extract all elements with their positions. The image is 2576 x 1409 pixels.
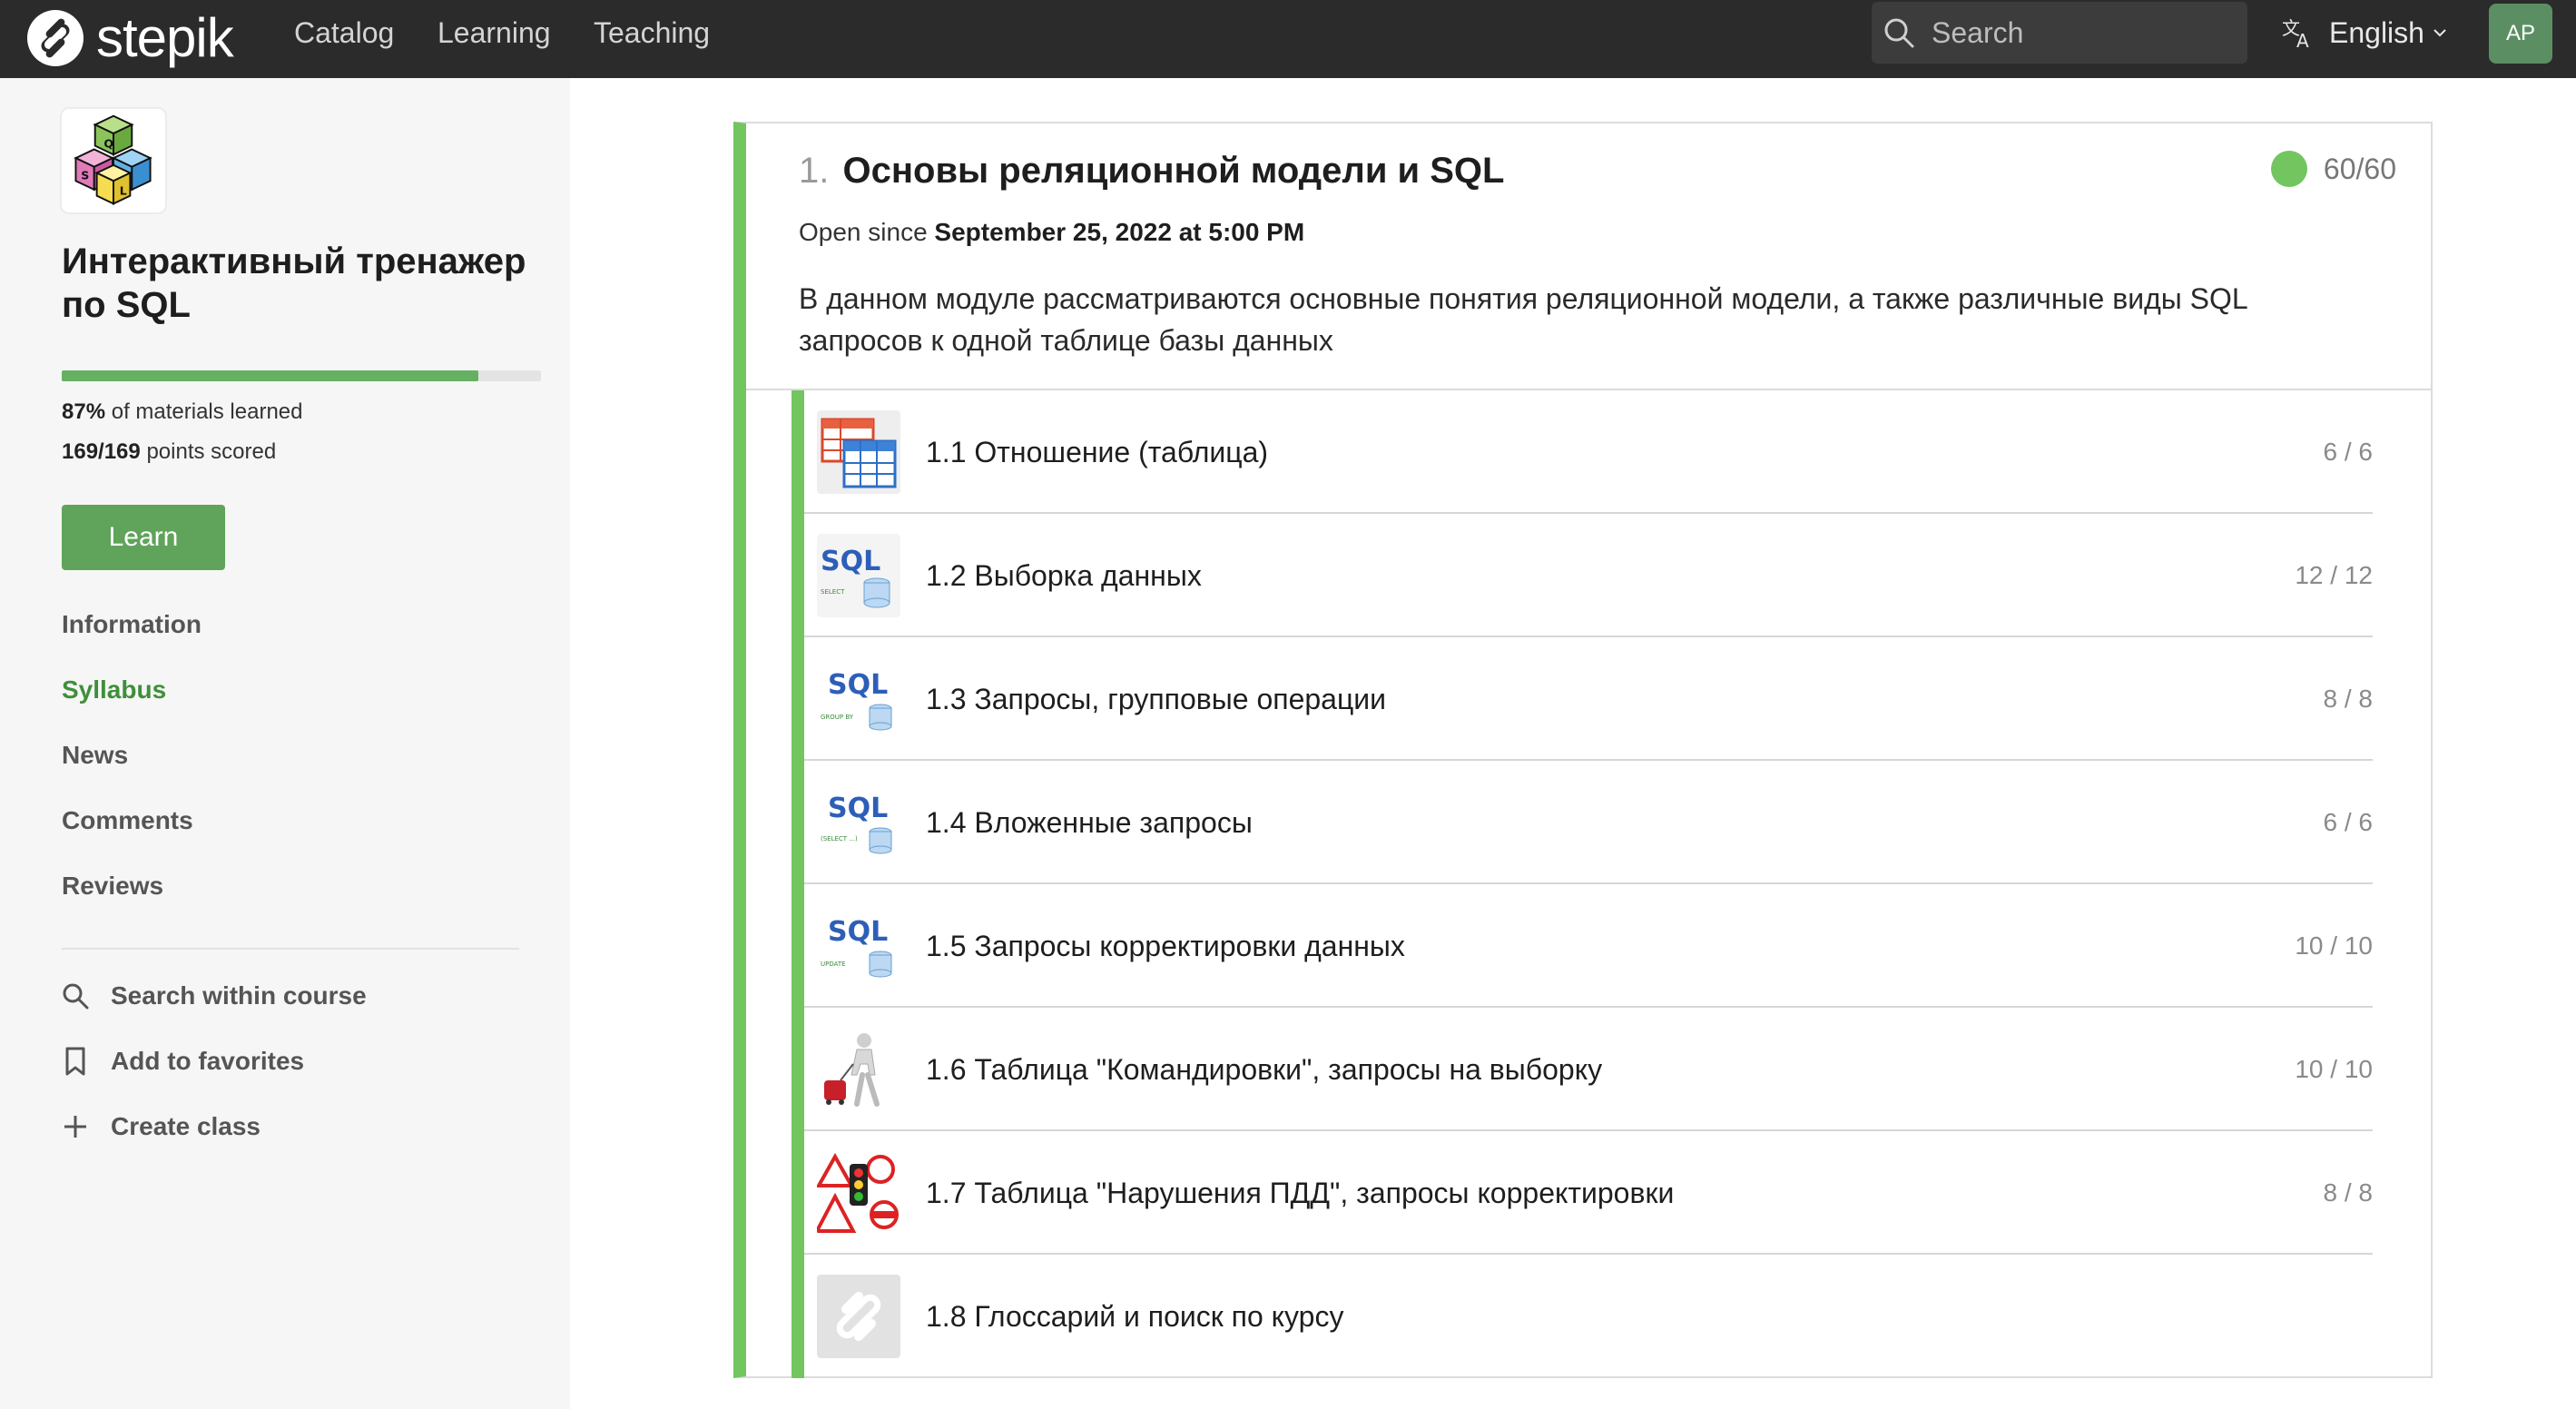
svg-text:SQL: SQL [828, 916, 888, 948]
lesson-score: 6 / 6 [2323, 808, 2373, 836]
traffic-signs-icon [817, 1151, 900, 1235]
lesson-row[interactable]: SQL GROUP BY 1.3 Запросы, групповые опер… [804, 637, 2373, 761]
lesson-title: 1.5 Запросы корректировки данных [926, 930, 1405, 962]
language-label: English [2329, 15, 2424, 49]
module-score-value: 60/60 [2323, 152, 2396, 185]
stepik-logo-icon [27, 10, 84, 66]
search-icon [63, 983, 89, 1010]
lesson-score: 8 / 8 [2323, 1178, 2373, 1207]
module-header: 1. Основы реляционной модели и SQL 60/60… [746, 123, 2431, 390]
module-title-text: Основы реляционной модели и SQL [842, 151, 1505, 191]
sql-subquery-icon: SQL (SELECT ...) [817, 781, 900, 864]
add-to-favorites-action[interactable]: Add to favorites [60, 1046, 304, 1077]
lesson-score: 12 / 12 [2295, 561, 2373, 589]
course-title: Интерактивный тренажер по SQL [62, 241, 526, 325]
stepik-placeholder-icon [817, 1275, 900, 1358]
materials-label: of materials learned [111, 399, 303, 424]
sql-group-by-icon: SQL GROUP BY [817, 657, 900, 741]
points-value: 169/169 [62, 439, 141, 464]
sidebar-link-syllabus[interactable]: Syllabus [62, 675, 166, 704]
bookmark-icon [65, 1047, 85, 1076]
svg-text:L: L [120, 184, 127, 198]
search-icon [1884, 18, 1914, 48]
svg-text:A: A [2296, 30, 2309, 51]
lesson-row[interactable]: 1.6 Таблица "Командировки", запросы на в… [804, 1008, 2373, 1131]
lesson-row[interactable]: SQL (SELECT ...) 1.4 Вложенные запросы 6… [804, 761, 2373, 884]
module-description: В данном модуле рассматриваются основные… [799, 282, 2247, 357]
module-open-since: Open since September 25, 2022 at 5:00 PM [799, 218, 1304, 247]
learn-button[interactable]: Learn [62, 505, 225, 570]
course-progress-fill [62, 370, 479, 381]
svg-text:Q: Q [103, 137, 113, 151]
sidebar-link-news[interactable]: News [62, 741, 128, 770]
lesson-row[interactable]: 1.8 Глоссарий и поиск по курсу [804, 1255, 2373, 1378]
completion-dot-icon [2270, 151, 2307, 187]
lesson-row[interactable]: 1.7 Таблица "Нарушения ПДД", запросы кор… [804, 1131, 2373, 1255]
module-title[interactable]: 1. Основы реляционной модели и SQL [799, 151, 1504, 192]
module-score: 60/60 [2270, 151, 2396, 187]
sql-update-icon: SQL UPDATE [817, 904, 900, 988]
brand-name: stepik [96, 7, 234, 68]
open-since-label: Open since [799, 218, 928, 246]
svg-text:S: S [81, 168, 89, 182]
translate-icon: 文 A [2282, 17, 2309, 51]
lesson-list: 1.1 Отношение (таблица) 6 / 6 SQL SELECT… [791, 390, 2424, 1378]
points-scored-stat: 169/169 points scored [62, 439, 276, 465]
lesson-row[interactable]: 1.1 Отношение (таблица) 6 / 6 [804, 390, 2373, 514]
lesson-score: 6 / 6 [2323, 438, 2373, 466]
materials-learned-stat: 87% of materials learned [62, 399, 303, 425]
course-cover-image: Q S L [60, 107, 167, 214]
lesson-score: 10 / 10 [2295, 931, 2373, 960]
course-progress-bar [62, 370, 541, 381]
materials-percent: 87% [62, 399, 106, 424]
sql-select-icon: SQL SELECT [817, 534, 900, 617]
svg-text:SQL: SQL [828, 669, 888, 701]
sidebar-link-reviews[interactable]: Reviews [62, 872, 163, 901]
points-label: points scored [146, 439, 277, 464]
search-within-course-action[interactable]: Search within course [60, 980, 367, 1011]
sql-cubes-icon: Q S L [74, 114, 152, 205]
lesson-title: 1.6 Таблица "Командировки", запросы на в… [926, 1053, 1603, 1086]
course-sidebar: Q S L Интерактивный тренажер по SQL 87% … [0, 78, 570, 1409]
add-to-favorites-label: Add to favorites [111, 1047, 305, 1075]
create-class-label: Create class [111, 1112, 261, 1140]
lesson-title: 1.4 Вложенные запросы [926, 806, 1253, 839]
svg-text:SQL: SQL [828, 793, 888, 824]
lesson-title: 1.8 Глоссарий и поиск по курсу [926, 1300, 1344, 1333]
stepik-logo[interactable]: stepik [25, 5, 234, 71]
chevron-down-icon [2433, 29, 2446, 37]
table-icon [817, 410, 900, 494]
lesson-row[interactable]: SQL SELECT 1.2 Выборка данных 12 / 12 [804, 514, 2373, 637]
nav-learning[interactable]: Learning [438, 0, 551, 65]
search-within-course-label: Search within course [111, 981, 367, 1010]
open-since-date: September 25, 2022 at 5:00 PM [934, 218, 1305, 246]
svg-text:GROUP BY: GROUP BY [821, 714, 854, 721]
search-placeholder: Search [1932, 15, 2024, 49]
lesson-score: 8 / 8 [2323, 685, 2373, 713]
language-selector[interactable]: 文 A English [2280, 0, 2448, 65]
sidebar-link-comments[interactable]: Comments [62, 806, 193, 835]
svg-text:(SELECT ...): (SELECT ...) [821, 835, 858, 842]
traveler-icon [817, 1028, 900, 1111]
svg-text:SQL: SQL [821, 546, 880, 577]
plus-icon [64, 1116, 86, 1138]
sidebar-link-information[interactable]: Information [62, 610, 202, 639]
lesson-title: 1.1 Отношение (таблица) [926, 436, 1269, 468]
user-avatar[interactable]: AP [2489, 4, 2552, 64]
lesson-row[interactable]: SQL UPDATE 1.5 Запросы корректировки дан… [804, 884, 2373, 1008]
svg-text:UPDATE: UPDATE [821, 961, 846, 968]
lesson-title: 1.2 Выборка данных [926, 559, 1202, 592]
top-navigation-bar: stepik Catalog Learning Teaching Search … [0, 0, 2576, 78]
nav-catalog[interactable]: Catalog [294, 0, 394, 65]
svg-text:SELECT: SELECT [821, 588, 845, 596]
search-box[interactable]: Search [1872, 2, 2247, 64]
sidebar-divider [62, 948, 519, 950]
module-card: 1. Основы реляционной модели и SQL 60/60… [733, 122, 2433, 1378]
create-class-action[interactable]: Create class [60, 1111, 261, 1142]
lesson-title: 1.3 Запросы, групповые операции [926, 683, 1387, 715]
nav-teaching[interactable]: Teaching [594, 0, 710, 65]
lesson-title: 1.7 Таблица "Нарушения ПДД", запросы кор… [926, 1177, 1675, 1209]
lesson-score: 10 / 10 [2295, 1055, 2373, 1083]
module-number: 1. [799, 151, 830, 191]
